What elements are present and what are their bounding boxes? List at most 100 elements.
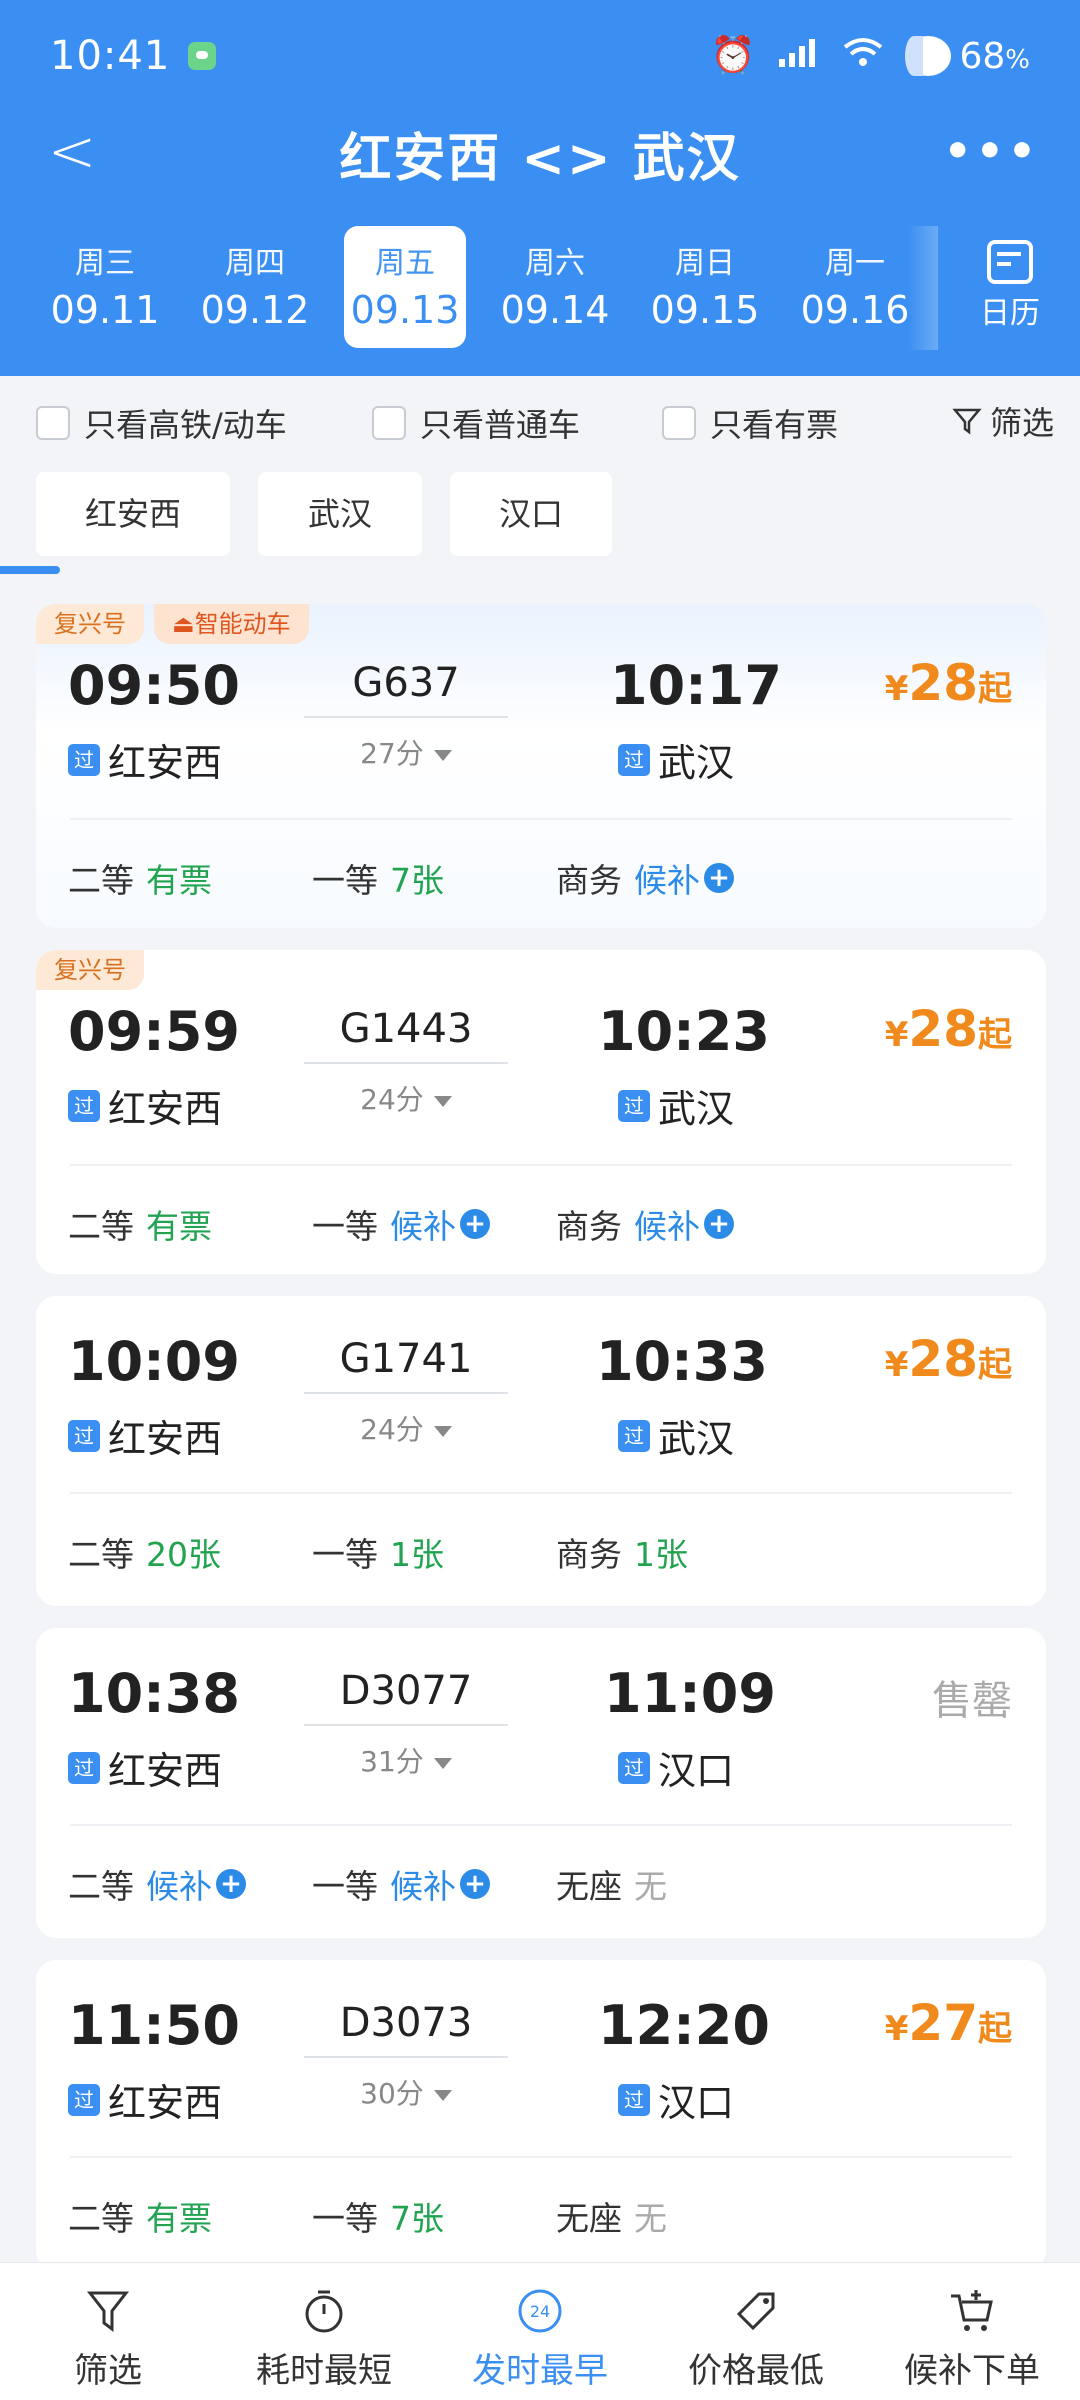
tab-label: 耗时最短 [256, 2351, 392, 2391]
seat-second-class[interactable]: 二等 候补 + [68, 1860, 246, 1908]
arrival-station: 过 武汉 [618, 1408, 734, 1463]
checkbox-box [372, 406, 406, 440]
battery-indicator: 68% [905, 36, 1030, 77]
date-item[interactable]: 周日 09.15 [644, 226, 766, 348]
date-item[interactable]: 周一 09.16 [794, 226, 916, 348]
arrival-station: 过 汉口 [618, 2072, 734, 2127]
checkbox-label: 只看高铁/动车 [84, 406, 287, 444]
more-options-icon[interactable]: ••• [944, 130, 1040, 174]
seat-availability: 有票 [146, 1207, 212, 1246]
date-item[interactable]: 周六 09.14 [494, 226, 616, 348]
duration[interactable]: 30分 [306, 2072, 506, 2112]
date-item-selected[interactable]: 周五 09.13 [344, 226, 466, 348]
filter-button[interactable]: 筛选 [952, 398, 1054, 444]
waitlist-plus-icon[interactable]: + [460, 1869, 490, 1899]
date-item[interactable]: 周三 09.11 [44, 226, 166, 348]
seat-availability: 7张 [390, 2199, 444, 2238]
seat-availability: 候补 [634, 1207, 700, 1246]
seat-first-class: 一等 7张 [312, 854, 444, 902]
seat-class: 商务 [556, 1207, 622, 1246]
train-card[interactable]: 11:50 过 红安西 D3073 30分 12:20 过 汉口 ¥27起 二等… [36, 1960, 1046, 2270]
station-name: 汉口 [658, 2081, 735, 2125]
price: ¥28起 [885, 1330, 1012, 1388]
seat-availability: 候补 [634, 861, 700, 900]
arrival-time: 10:33 [596, 1330, 768, 1393]
arrival-time: 10:23 [598, 1000, 770, 1063]
route-line [304, 716, 508, 718]
duration-text: 27分 [360, 737, 424, 770]
calendar-label: 日历 [980, 296, 1040, 331]
station-chip[interactable]: 武汉 [258, 472, 422, 556]
tab-filter[interactable]: 筛选 [0, 2263, 216, 2400]
seat-first-class[interactable]: 一等 候补 + [312, 1200, 490, 1248]
seat-availability: 有票 [146, 2199, 212, 2238]
seat-business-class[interactable]: 商务 候补 + [556, 854, 734, 902]
tab-lowest-price[interactable]: 价格最低 [648, 2263, 864, 2400]
train-card[interactable]: 10:38 过 红安西 D3077 31分 11:09 过 汉口 售罄 二等 候补… [36, 1628, 1046, 1938]
departure-station: 过 红安西 [68, 2072, 222, 2127]
caret-down-icon [433, 1095, 452, 1107]
duration[interactable]: 24分 [306, 1078, 506, 1118]
page-title: 红安西 <> 武汉 [339, 128, 741, 189]
waitlist-plus-icon[interactable]: + [704, 863, 734, 893]
seat-first-class[interactable]: 一等 候补 + [312, 1860, 490, 1908]
station-chip[interactable]: 汉口 [450, 472, 612, 556]
train-card[interactable]: 复兴号 ⏏智能动车 09:50 过 红安西 G637 27分 10:17 过 武… [36, 604, 1046, 928]
tab-shortest-duration[interactable]: 耗时最短 [216, 2263, 432, 2400]
price-value: 27 [908, 1994, 978, 2052]
fuxing-tag: 复兴号 [36, 950, 144, 990]
normal-train-only-checkbox[interactable]: 只看普通车 [372, 400, 580, 446]
back-button[interactable]: < [42, 120, 102, 186]
pass-badge: 过 [68, 1419, 100, 1452]
available-only-checkbox[interactable]: 只看有票 [662, 400, 838, 446]
station-name: 武汉 [658, 741, 735, 785]
pass-badge: 过 [68, 1089, 100, 1122]
battery-icon [905, 36, 952, 76]
checkbox-label: 只看普通车 [420, 406, 581, 444]
train-number: D3073 [339, 2000, 473, 2046]
date-scroll-fade [908, 226, 938, 350]
signal-icon [777, 37, 821, 76]
calendar-button[interactable]: 日历 [960, 226, 1060, 350]
train-number: G637 [352, 660, 460, 706]
route-line [304, 1724, 508, 1726]
station-chips: 红安西 武汉 汉口 [0, 472, 1080, 560]
seat-class: 一等 [312, 1207, 378, 1246]
train-card[interactable]: 复兴号 09:59 过 红安西 G1443 24分 10:23 过 武汉 ¥28… [36, 950, 1046, 1274]
duration[interactable]: 27分 [306, 732, 506, 772]
price-suffix: 起 [978, 2009, 1012, 2049]
departure-time: 11:50 [68, 1994, 240, 2057]
waitlist-plus-icon[interactable]: + [216, 1869, 246, 1899]
seat-availability: 20张 [146, 1535, 221, 1574]
price-value: 28 [908, 1000, 978, 1058]
seat-availability: 无 [634, 2199, 667, 2238]
weekday-label: 周六 [525, 246, 585, 281]
station-name: 红安西 [108, 2081, 223, 2125]
train-card[interactable]: 10:09 过 红安西 G1741 24分 10:33 过 武汉 ¥28起 二等… [36, 1296, 1046, 1606]
train-number: G1741 [339, 1336, 473, 1382]
waitlist-plus-icon[interactable]: + [460, 1209, 490, 1239]
seat-availability: 1张 [634, 1535, 688, 1574]
header-area: 10:41 ⏰ 68% < 红安西 <> 武汉 ••• 周三 09.11 周四 [0, 0, 1080, 376]
high-speed-only-checkbox[interactable]: 只看高铁/动车 [36, 400, 287, 446]
pass-badge: 过 [618, 1419, 650, 1452]
date-label: 09.12 [200, 288, 310, 332]
date-item[interactable]: 周四 09.12 [194, 226, 316, 348]
waitlist-plus-icon[interactable]: + [704, 1209, 734, 1239]
seat-class: 一等 [312, 861, 378, 900]
tab-earliest-departure[interactable]: 24 发时最早 [432, 2263, 648, 2400]
duration[interactable]: 24分 [306, 1408, 506, 1448]
station-chip[interactable]: 红安西 [36, 472, 230, 556]
filter-row: 只看高铁/动车 只看普通车 只看有票 筛选 [0, 376, 1080, 456]
seat-business-class[interactable]: 商务 候补 + [556, 1200, 734, 1248]
duration[interactable]: 31分 [306, 1740, 506, 1780]
divider [70, 1492, 1012, 1494]
date-label: 09.13 [350, 288, 460, 332]
departure-time: 09:50 [68, 654, 240, 717]
departure-station: 过 红安西 [68, 1408, 222, 1463]
departure-time: 10:38 [68, 1662, 240, 1725]
date-label: 09.14 [500, 288, 610, 332]
station-name: 红安西 [108, 741, 223, 785]
tab-waitlist-order[interactable]: 候补下单 [864, 2263, 1080, 2400]
train-icon: ⏏ [172, 610, 195, 638]
